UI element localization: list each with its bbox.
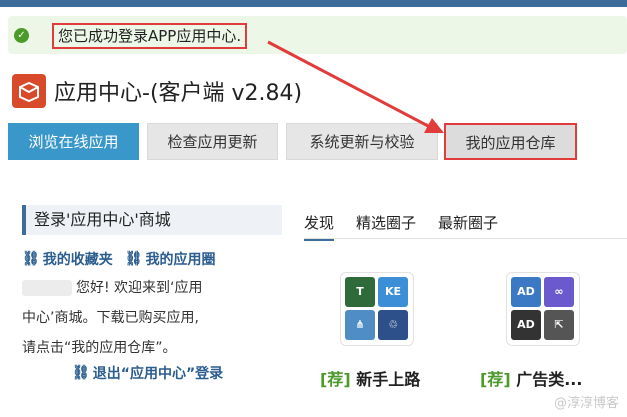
blurred-username <box>22 280 72 296</box>
top-bar <box>0 0 627 7</box>
tabs-divider <box>304 238 627 239</box>
card-icon: ∞ <box>544 277 574 307</box>
card-icon: ⇱ <box>544 310 574 340</box>
logout-link[interactable]: ⛓ 退出“应用中心”登录 <box>22 363 282 383</box>
box-logo-icon <box>12 74 46 108</box>
welcome-line-3: 请点击“我的应用仓库”。 <box>22 340 177 356</box>
check-circle-icon: ✓ <box>14 28 29 43</box>
circle-card-newbie[interactable]: T KE ⋔ ♲ <box>340 272 414 346</box>
recommend-tag: [荐] <box>480 370 511 389</box>
watermark: @淳淳博客 <box>553 396 619 411</box>
card-name: 广告类... <box>516 370 583 389</box>
login-panel: 登录'应用中心'商城 ⛓ 我的收藏夹 ⛓ 我的应用圈 您好! 欢迎来到‘应用 中… <box>22 205 282 383</box>
link-icon: ⛓ <box>22 251 40 267</box>
welcome-line-2: 中心’商城。下载已购买应用, <box>22 310 199 326</box>
page-title: 应用中心-(客户端 v2.84) <box>54 81 303 106</box>
card-icon: KE <box>378 277 408 307</box>
card-icon: AD <box>511 277 541 307</box>
logout-label: 退出“应用中心”登录 <box>92 366 224 382</box>
tab-discover[interactable]: 发现 <box>304 212 335 241</box>
app-header: 应用中心-(客户端 v2.84) <box>12 71 302 111</box>
user-links: ⛓ 我的收藏夹 ⛓ 我的应用圈 <box>22 249 282 269</box>
tab-browse-online[interactable]: 浏览在线应用 <box>8 123 139 160</box>
card-icon: ♲ <box>378 310 408 340</box>
welcome-line-1: 您好! 欢迎来到‘应用 <box>76 280 203 296</box>
favorites-label: 我的收藏夹 <box>42 252 113 268</box>
card-icon: ⋔ <box>345 310 375 340</box>
tab-my-repository[interactable]: 我的应用仓库 <box>444 123 577 160</box>
link-icon: ⛓ <box>72 365 90 381</box>
success-notice: ✓ 您已成功登录APP应用中心. <box>8 16 627 54</box>
tab-system-update[interactable]: 系统更新与校验 <box>286 123 438 160</box>
recommend-tag: [荐] <box>320 370 351 389</box>
my-circle-label: 我的应用圈 <box>145 252 216 268</box>
card-icon: T <box>345 277 375 307</box>
welcome-text: 您好! 欢迎来到‘应用 中心’商城。下载已购买应用, 请点击“我的应用仓库”。 <box>22 273 282 363</box>
link-icon: ⛓ <box>124 251 143 267</box>
favorites-link[interactable]: ⛓ 我的收藏夹 <box>22 249 113 269</box>
circle-card-ads[interactable]: AD ∞ AD ⇱ <box>506 272 580 346</box>
my-circle-link[interactable]: ⛓ 我的应用圈 <box>125 249 216 269</box>
notice-message: 您已成功登录APP应用中心. <box>52 23 248 49</box>
tab-check-updates[interactable]: 检查应用更新 <box>147 123 278 160</box>
tab-latest-circles[interactable]: 最新圈子 <box>438 212 498 241</box>
card-label-newbie[interactable]: [荐] 新手上路 <box>320 366 420 390</box>
card-icon: AD <box>511 310 541 340</box>
card-label-ads[interactable]: [荐] 广告类... <box>480 366 582 390</box>
card-name: 新手上路 <box>356 370 421 389</box>
tab-featured-circles[interactable]: 精选圈子 <box>356 212 416 241</box>
discover-tabs: 发现 精选圈子 最新圈子 <box>304 212 498 241</box>
login-panel-heading: 登录'应用中心'商城 <box>22 205 282 235</box>
